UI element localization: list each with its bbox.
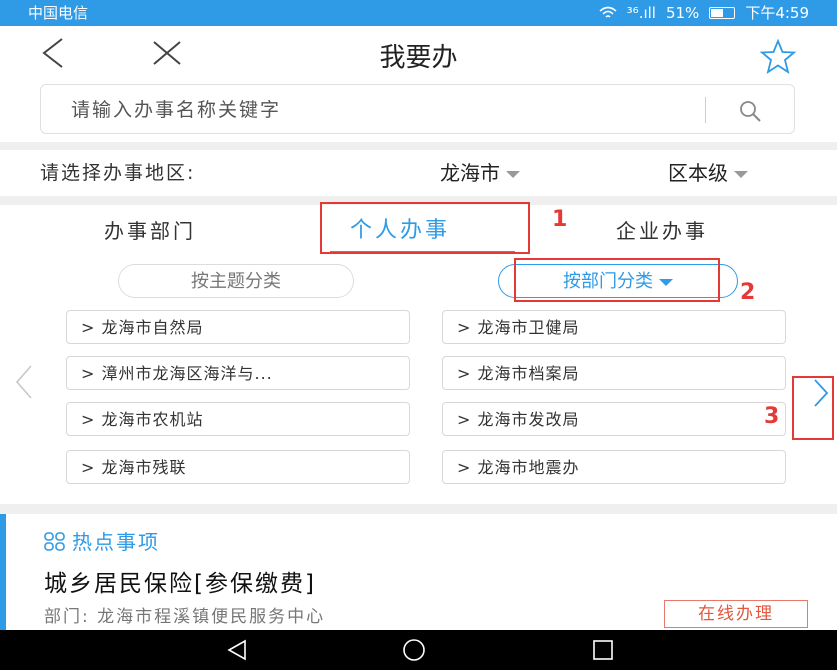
hot-item-title[interactable]: 城乡居民保险[参保缴费] (44, 564, 316, 598)
carrier-label: 中国电信 (28, 4, 89, 22)
department-item[interactable]: > 龙海市地震办 (442, 450, 786, 484)
level-value: 区本级 (668, 161, 728, 185)
city-value: 龙海市 (440, 161, 500, 185)
department-item[interactable]: > 龙海市发改局 (442, 402, 786, 436)
divider (0, 142, 837, 150)
caret-down-icon (506, 171, 520, 178)
annotation-box-3 (792, 376, 834, 440)
department-item[interactable]: > 龙海市档案局 (442, 356, 786, 390)
department-item[interactable]: > 龙海市自然局 (66, 310, 410, 344)
city-dropdown[interactable]: 龙海市 (440, 150, 520, 196)
search-placeholder: 请输入办事名称关键字 (71, 99, 282, 121)
wifi-icon (599, 6, 617, 18)
clock: 下午4:59 (745, 4, 809, 22)
department-item[interactable]: > 漳州市龙海区海洋与... (66, 356, 410, 390)
annotation-label-1: 1 (552, 207, 568, 232)
region-selector: 请选择办事地区: 龙海市 区本级 (0, 150, 837, 196)
hot-items-title: 热点事项 (72, 530, 160, 554)
annotation-box-1 (320, 202, 530, 254)
back-triangle-icon[interactable] (226, 639, 248, 661)
annotation-box-2 (514, 258, 720, 302)
department-item[interactable]: > 龙海市农机站 (66, 402, 410, 436)
recents-square-icon[interactable] (592, 639, 614, 661)
nav-bar: 我要办 (0, 26, 837, 90)
battery-percent: 51% (665, 4, 700, 22)
tab-enterprise[interactable]: 企业办事 (616, 205, 708, 257)
annotation-label-2: 2 (740, 280, 756, 305)
system-nav-bar (0, 630, 837, 670)
accent-bar (0, 514, 6, 630)
caret-down-icon (734, 171, 748, 178)
tab-departments[interactable]: 办事部门 (104, 205, 196, 257)
signal-indicator: ³⁶.ıll (626, 4, 656, 22)
online-process-button[interactable]: 在线办理 (664, 600, 808, 628)
grid-icon (44, 532, 65, 551)
home-circle-icon[interactable] (402, 638, 426, 662)
chevron-left-icon[interactable] (14, 362, 34, 411)
hot-item-department: 部门: 龙海市程溪镇便民服务中心 (44, 607, 326, 627)
level-dropdown[interactable]: 区本级 (668, 150, 748, 196)
star-outline-icon[interactable] (759, 38, 797, 80)
search-icon[interactable] (738, 99, 762, 127)
filter-by-topic[interactable]: 按主题分类 (118, 264, 354, 298)
region-label: 请选择办事地区: (40, 162, 196, 184)
hot-items-section: 热点事项 城乡居民保险[参保缴费] 部门: 龙海市程溪镇便民服务中心 在线办理 (0, 514, 837, 630)
page-title: 我要办 (379, 43, 458, 73)
battery-icon (709, 7, 736, 19)
status-bar: 中国电信 ³⁶.ıll 51% 下午4:59 (0, 0, 837, 26)
divider (705, 97, 706, 123)
search-input[interactable]: 请输入办事名称关键字 (40, 84, 795, 134)
annotation-label-3: 3 (764, 404, 780, 429)
divider (0, 504, 837, 514)
department-item[interactable]: > 龙海市卫健局 (442, 310, 786, 344)
department-item[interactable]: > 龙海市残联 (66, 450, 410, 484)
hot-items-header: 热点事项 (44, 526, 160, 555)
